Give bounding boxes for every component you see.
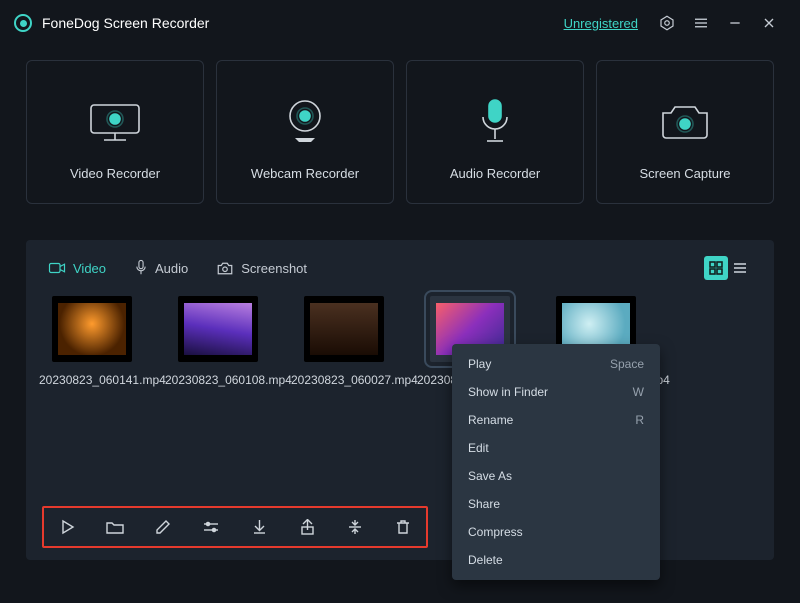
menu-icon[interactable] bbox=[692, 14, 710, 32]
ctx-label: Delete bbox=[468, 553, 503, 567]
microphone-icon bbox=[475, 96, 515, 148]
ctx-compress[interactable]: Compress bbox=[452, 518, 660, 546]
tab-label: Screenshot bbox=[241, 261, 307, 276]
tab-label: Video bbox=[73, 261, 106, 276]
ctx-rename[interactable]: Rename R bbox=[452, 406, 660, 434]
card-label: Webcam Recorder bbox=[251, 166, 359, 181]
monitor-icon bbox=[84, 96, 146, 148]
context-menu: Play Space Show in Finder W Rename R Edit S… bbox=[452, 344, 660, 580]
trash-icon[interactable] bbox=[394, 518, 412, 536]
card-webcam-recorder[interactable]: Webcam Recorder bbox=[216, 60, 394, 204]
recordings-panel: Video Audio Screenshot 20230823_060141.m… bbox=[26, 240, 774, 560]
card-label: Video Recorder bbox=[70, 166, 160, 181]
thumb-label: 20230823_060108.mp4 bbox=[165, 372, 271, 389]
bottom-toolbar bbox=[42, 506, 428, 548]
ctx-show-in-finder[interactable]: Show in Finder W bbox=[452, 378, 660, 406]
ctx-delete[interactable]: Delete bbox=[452, 546, 660, 574]
tab-video[interactable]: Video bbox=[48, 261, 106, 276]
ctx-save-as[interactable]: Save As bbox=[452, 462, 660, 490]
thumb-item[interactable]: 20230823_060027.mp4 bbox=[304, 296, 384, 389]
card-screen-capture[interactable]: Screen Capture bbox=[596, 60, 774, 204]
thumb-item[interactable]: 20230823_060141.mp4 bbox=[52, 296, 132, 389]
ctx-label: Save As bbox=[468, 469, 512, 483]
compress-icon[interactable] bbox=[346, 518, 364, 536]
unregistered-link[interactable]: Unregistered bbox=[564, 16, 638, 31]
card-label: Audio Recorder bbox=[450, 166, 540, 181]
thumbnail-image bbox=[310, 303, 378, 355]
ctx-label: Show in Finder bbox=[468, 385, 548, 399]
edit-icon[interactable] bbox=[154, 518, 172, 536]
card-label: Screen Capture bbox=[639, 166, 730, 181]
ctx-label: Edit bbox=[468, 441, 489, 455]
card-audio-recorder[interactable]: Audio Recorder bbox=[406, 60, 584, 204]
gear-icon[interactable] bbox=[658, 14, 676, 32]
view-grid-button[interactable] bbox=[704, 256, 728, 280]
app-title: FoneDog Screen Recorder bbox=[42, 15, 564, 31]
ctx-share[interactable]: Share bbox=[452, 490, 660, 518]
share-icon[interactable] bbox=[298, 518, 316, 536]
webcam-icon bbox=[279, 96, 331, 148]
folder-icon[interactable] bbox=[106, 518, 124, 536]
card-video-recorder[interactable]: Video Recorder bbox=[26, 60, 204, 204]
sliders-icon[interactable] bbox=[202, 518, 220, 536]
ctx-shortcut: W bbox=[633, 385, 644, 399]
thumb-item[interactable]: 20230823_060108.mp4 bbox=[178, 296, 258, 389]
thumbnail-image bbox=[184, 303, 252, 355]
ctx-label: Share bbox=[468, 497, 500, 511]
ctx-edit[interactable]: Edit bbox=[452, 434, 660, 462]
app-logo bbox=[14, 14, 32, 32]
ctx-play[interactable]: Play Space bbox=[452, 350, 660, 378]
save-icon[interactable] bbox=[250, 518, 268, 536]
play-icon[interactable] bbox=[58, 518, 76, 536]
view-list-button[interactable] bbox=[728, 256, 752, 280]
thumb-label: 20230823_060141.mp4 bbox=[39, 372, 145, 389]
tab-audio[interactable]: Audio bbox=[134, 259, 188, 277]
close-button[interactable] bbox=[760, 14, 778, 32]
ctx-shortcut: R bbox=[635, 413, 644, 427]
thumbnail-image bbox=[58, 303, 126, 355]
ctx-label: Compress bbox=[468, 525, 523, 539]
ctx-label: Rename bbox=[468, 413, 513, 427]
ctx-shortcut: Space bbox=[610, 357, 644, 371]
tab-label: Audio bbox=[155, 261, 188, 276]
tab-screenshot[interactable]: Screenshot bbox=[216, 261, 307, 276]
minimize-button[interactable] bbox=[726, 14, 744, 32]
thumb-label: 20230823_060027.mp4 bbox=[291, 372, 397, 389]
ctx-label: Play bbox=[468, 357, 491, 371]
camera-icon bbox=[657, 96, 713, 148]
